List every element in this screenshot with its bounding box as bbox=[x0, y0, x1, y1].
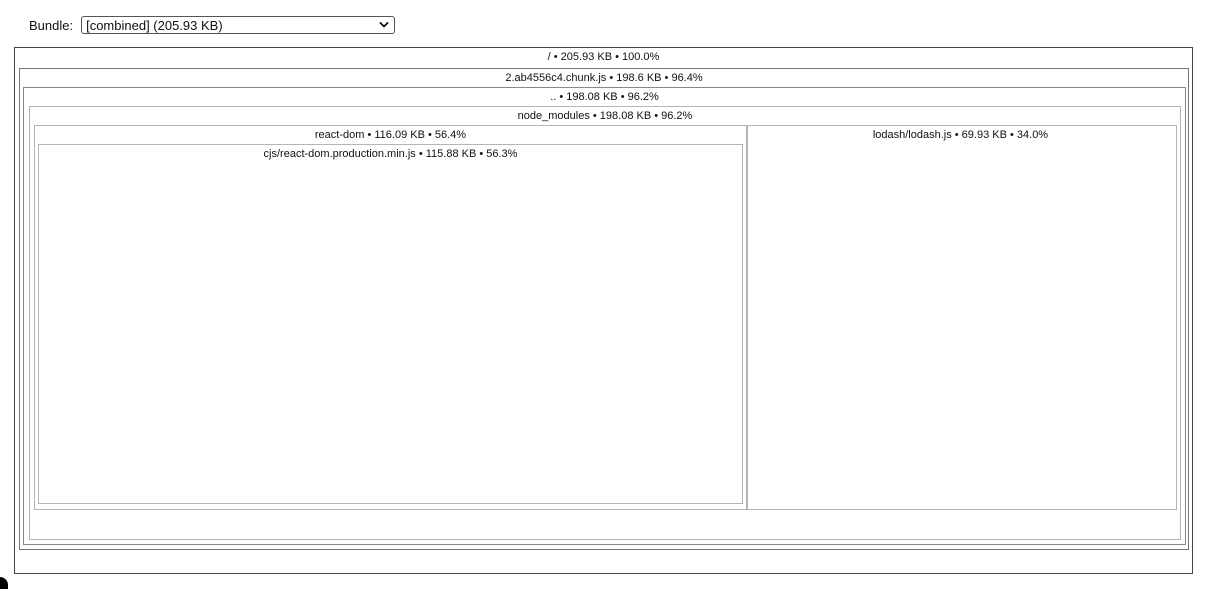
treemap-lodash[interactable]: lodash/lodash.js • 69.93 KB • 34.0% bbox=[747, 125, 1177, 510]
treemap-react-dom-production-label: cjs/react-dom.production.min.js • 115.88… bbox=[263, 148, 518, 160]
bundle-select[interactable]: [combined] (205.93 KB) bbox=[81, 16, 396, 34]
window-corner bbox=[0, 577, 8, 589]
chevron-down-icon bbox=[379, 22, 389, 28]
treemap-lodash-label: lodash/lodash.js • 69.93 KB • 34.0% bbox=[873, 129, 1051, 142]
bundle-select-value: [combined] (205.93 KB) bbox=[86, 17, 223, 33]
treemap-react-dom-label: react-dom • 116.09 KB • 56.4% bbox=[314, 129, 467, 141]
bundle-selector-row: Bundle: [combined] (205.93 KB) bbox=[29, 15, 396, 35]
treemap-root-label: / • 205.93 KB • 100.0% bbox=[547, 51, 660, 63]
treemap-chunk-label: 2.ab4556c4.chunk.js • 198.6 KB • 96.4% bbox=[505, 72, 703, 84]
bundle-label: Bundle: bbox=[29, 17, 74, 33]
treemap-react-dom-production[interactable]: cjs/react-dom.production.min.js • 115.88… bbox=[38, 144, 743, 504]
treemap-lodash-label-text: lodash/lodash.js • 69.93 KB • 34.0% bbox=[872, 129, 1049, 141]
treemap-parent-dir-label: .. • 198.08 KB • 96.2% bbox=[550, 91, 659, 103]
treemap-node-modules-label: node_modules • 198.08 KB • 96.2% bbox=[517, 110, 693, 122]
